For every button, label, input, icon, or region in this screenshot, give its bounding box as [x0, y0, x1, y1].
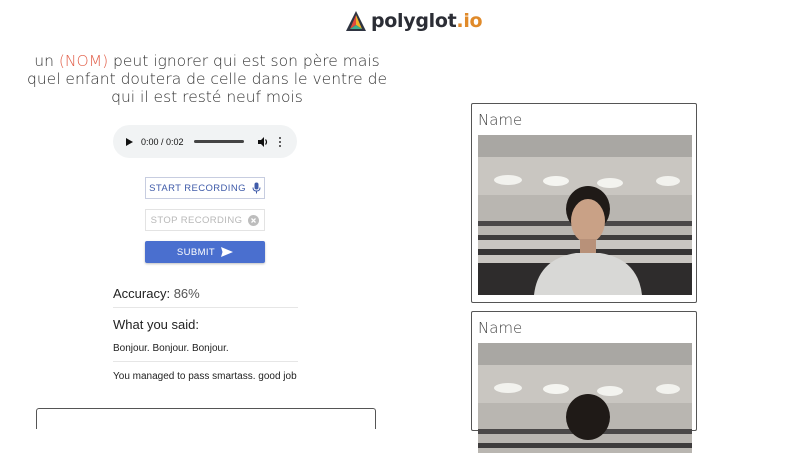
results-panel: Accuracy: 86% What you said: Bonjour. Bo… — [113, 285, 298, 382]
video-card-name: Name — [478, 111, 523, 129]
start-recording-button[interactable]: START RECORDING — [145, 177, 265, 199]
mic-icon — [252, 182, 261, 194]
stop-recording-button[interactable]: STOP RECORDING — [145, 209, 265, 231]
audio-time: 0:00 / 0:02 — [141, 136, 184, 147]
play-icon[interactable] — [126, 137, 133, 146]
more-vert-icon[interactable] — [278, 136, 281, 147]
send-icon — [221, 247, 234, 257]
audio-player[interactable]: 0:00 / 0:02 — [113, 125, 297, 158]
submit-button[interactable]: SUBMIT — [145, 241, 265, 263]
video-card-name: Name — [478, 319, 523, 337]
cancel-icon — [248, 214, 260, 226]
accuracy-label: Accuracy: — [113, 286, 171, 301]
brand-logo[interactable]: polyglot.io — [345, 8, 483, 34]
volume-icon[interactable] — [257, 136, 269, 148]
said-heading: What you said: — [113, 317, 199, 332]
accuracy-value: 86% — [173, 286, 200, 301]
video-card: Name — [471, 103, 697, 303]
sentence-prompt: un (NOM) peut ignorer qui est son père m… — [27, 52, 387, 106]
accuracy-row: Accuracy: 86% — [113, 285, 298, 308]
audio-progress-slider[interactable] — [193, 140, 244, 143]
webcam-feed — [478, 343, 692, 453]
said-text: Bonjour. Bonjour. Bonjour. — [113, 343, 298, 362]
webcam-feed — [478, 135, 692, 295]
polyglot-logo-icon — [346, 11, 366, 31]
placeholder-highlight: (NOM) — [58, 52, 109, 70]
video-card: Name — [471, 311, 697, 453]
brand-name: polyglot.io — [371, 10, 483, 32]
feedback-text: You managed to pass smartass. good job — [113, 371, 297, 382]
bottom-panel — [36, 408, 376, 429]
